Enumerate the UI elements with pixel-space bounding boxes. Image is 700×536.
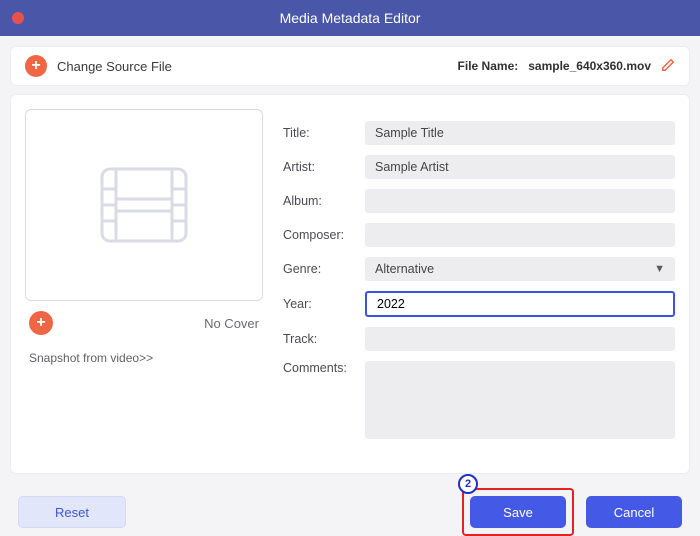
- track-label: Track:: [283, 332, 353, 346]
- genre-label: Genre:: [283, 262, 353, 276]
- cancel-button[interactable]: Cancel: [586, 496, 682, 528]
- add-cover-button[interactable]: +: [29, 311, 53, 335]
- window-title: Media Metadata Editor: [0, 10, 700, 26]
- save-button[interactable]: Save: [470, 496, 566, 528]
- album-label: Album:: [283, 194, 353, 208]
- track-row: Track:: [283, 327, 675, 351]
- comments-input[interactable]: [365, 361, 675, 439]
- genre-value: Alternative: [375, 262, 434, 276]
- album-input[interactable]: [365, 189, 675, 213]
- year-row: Year:: [283, 291, 675, 317]
- track-input[interactable]: [365, 327, 675, 351]
- no-cover-label: No Cover: [204, 316, 259, 331]
- comments-label: Comments:: [283, 361, 353, 375]
- cover-preview: [25, 109, 263, 301]
- reset-button[interactable]: Reset: [18, 496, 126, 528]
- comments-row: Comments:: [283, 361, 675, 439]
- filename-block: File Name: sample_640x360.mov: [458, 58, 675, 75]
- title-label: Title:: [283, 126, 353, 140]
- filename-label: File Name:: [458, 59, 519, 73]
- main-panel: + No Cover Snapshot from video>> Title: …: [10, 94, 690, 474]
- year-input[interactable]: [365, 291, 675, 317]
- artist-input[interactable]: [365, 155, 675, 179]
- header-bar: + Change Source File File Name: sample_6…: [10, 46, 690, 86]
- titlebar: Media Metadata Editor: [0, 0, 700, 36]
- composer-input[interactable]: [365, 223, 675, 247]
- close-window-button[interactable]: [12, 12, 24, 24]
- artist-row: Artist:: [283, 155, 675, 179]
- plus-icon: +: [25, 55, 47, 77]
- change-source-label: Change Source File: [57, 59, 172, 74]
- film-icon: [94, 155, 194, 255]
- fields-column: Title: Artist: Album: Composer: Genre: A…: [283, 109, 675, 459]
- composer-row: Composer:: [283, 223, 675, 247]
- change-source-button[interactable]: + Change Source File: [25, 55, 172, 77]
- cover-column: + No Cover Snapshot from video>>: [25, 109, 263, 459]
- title-row: Title:: [283, 121, 675, 145]
- right-buttons: 2 Save Cancel: [462, 488, 682, 536]
- year-label: Year:: [283, 297, 353, 311]
- pencil-icon[interactable]: [661, 58, 675, 75]
- chevron-down-icon: ▼: [654, 263, 665, 275]
- genre-select[interactable]: Alternative ▼: [365, 257, 675, 281]
- cover-under-row: + No Cover: [25, 301, 263, 339]
- artist-label: Artist:: [283, 160, 353, 174]
- title-input[interactable]: [365, 121, 675, 145]
- plus-icon: +: [36, 315, 45, 331]
- genre-row: Genre: Alternative ▼: [283, 257, 675, 281]
- album-row: Album:: [283, 189, 675, 213]
- snapshot-link[interactable]: Snapshot from video>>: [25, 351, 263, 365]
- callout-badge: 2: [458, 474, 478, 494]
- composer-label: Composer:: [283, 228, 353, 242]
- save-highlight-box: 2 Save: [462, 488, 574, 536]
- footer-bar: Reset 2 Save Cancel: [18, 488, 682, 536]
- filename-value: sample_640x360.mov: [528, 59, 651, 73]
